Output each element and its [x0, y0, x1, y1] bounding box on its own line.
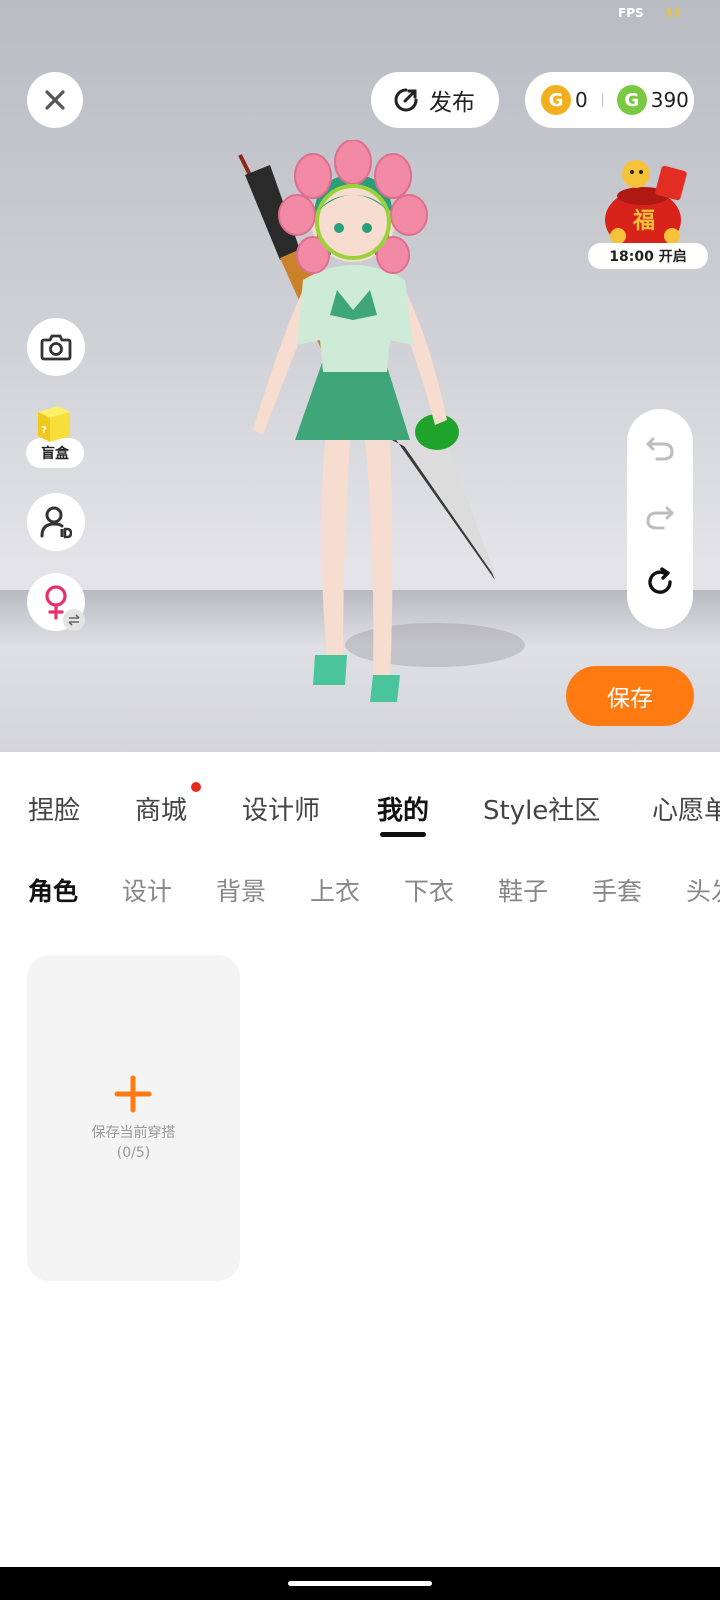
avatar-id-button[interactable]: [27, 493, 85, 551]
undo-button[interactable]: [640, 429, 680, 469]
green-coin-count: 390: [650, 88, 689, 112]
gold-coin-icon: G: [541, 85, 571, 115]
subtab-background[interactable]: 背景: [216, 872, 266, 908]
fps-value: 33: [664, 6, 681, 20]
plus-icon: [114, 1075, 152, 1113]
subtab-character[interactable]: 角色: [28, 872, 78, 908]
fps-label: FPS: [618, 6, 644, 20]
avatar-scene[interactable]: FPS 33 发布 G 0 G 390 福 18:00 开启 盲盒 ? 保存: [0, 0, 720, 752]
redo-button[interactable]: [640, 498, 680, 538]
refresh-icon: [648, 567, 672, 594]
reset-button[interactable]: [640, 562, 680, 602]
avatar-character[interactable]: [225, 140, 525, 720]
active-tab-indicator: [380, 832, 426, 837]
tab-shop[interactable]: 商城: [135, 790, 187, 827]
tab-style-community[interactable]: Style社区: [483, 790, 600, 827]
subtab-shoes[interactable]: 鞋子: [498, 872, 548, 908]
red-envelope-time: 18:00 开启: [588, 243, 708, 269]
user-id-icon: [40, 506, 72, 539]
red-envelope-fu-mark: 福: [632, 209, 655, 234]
publish-button[interactable]: 发布: [371, 72, 499, 128]
undo-icon: [646, 437, 674, 461]
subtab-top[interactable]: 上衣: [310, 872, 360, 908]
blind-box-button[interactable]: 盲盒 ?: [26, 402, 84, 468]
system-nav-bar: [0, 1567, 720, 1600]
publish-icon: [394, 88, 418, 112]
swap-icon: [63, 609, 85, 631]
category-tabs: 角色 设计 背景 上衣 下衣 鞋子 手套 头发: [0, 862, 720, 922]
subtab-design[interactable]: 设计: [122, 872, 172, 908]
camera-icon: [40, 334, 72, 361]
redo-icon: [646, 506, 674, 530]
close-icon: [45, 90, 65, 110]
close-button[interactable]: [27, 72, 83, 128]
tab-face[interactable]: 捏脸: [28, 790, 80, 827]
currency-divider: [601, 94, 603, 106]
save-outfit-card[interactable]: 保存当前穿搭 (0/5): [27, 955, 240, 1281]
blind-box-icon: ?: [38, 406, 70, 442]
history-panel: [627, 409, 693, 629]
home-indicator[interactable]: [288, 1581, 432, 1586]
gold-coin-count: 0: [575, 88, 588, 112]
tab-wishlist[interactable]: 心愿单: [652, 790, 720, 827]
publish-label: 发布: [429, 90, 475, 116]
save-outfit-count: (0/5): [116, 1145, 151, 1161]
subtab-bottom[interactable]: 下衣: [404, 872, 454, 908]
shop-notification-dot: [191, 782, 201, 792]
tab-designer[interactable]: 设计师: [242, 790, 320, 827]
gender-switch-button[interactable]: [27, 573, 85, 631]
save-outfit-label: 保存当前穿搭: [91, 1125, 176, 1141]
camera-button[interactable]: [27, 318, 85, 376]
subtab-gloves[interactable]: 手套: [592, 872, 642, 908]
currency-panel[interactable]: G 0 G 390: [525, 72, 694, 128]
tab-mine[interactable]: 我的: [377, 790, 429, 827]
subtab-hair[interactable]: 头发: [686, 872, 720, 908]
green-coin-icon: G: [616, 85, 647, 115]
blind-box-question-mark: ?: [41, 425, 47, 436]
save-button[interactable]: 保存: [566, 666, 694, 726]
main-tabs: 捏脸 商城 设计师 我的 Style社区 心愿单: [0, 752, 720, 842]
